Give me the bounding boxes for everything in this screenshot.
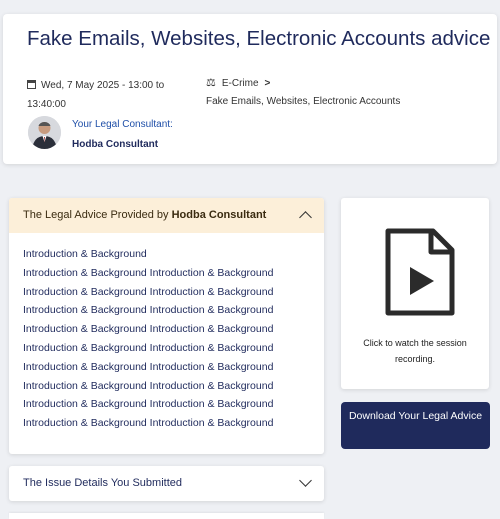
advice-line: Introduction & Background Introduction &…: [23, 266, 274, 279]
video-file-icon: [385, 228, 455, 316]
category-breadcrumb[interactable]: ⚖ E-Crime >: [206, 76, 270, 89]
session-date: Wed, 7 May 2025 - 13:00 to 13:40:00: [27, 76, 177, 114]
session-recording-card[interactable]: Click to watch the session recording.: [341, 198, 489, 389]
avatar: [28, 116, 61, 149]
advice-line: Introduction & Background Introduction &…: [23, 379, 274, 392]
advice-content: Introduction & Background Introduction &…: [23, 247, 273, 435]
advice-line: Introduction & Background Introduction &…: [23, 304, 274, 317]
advice-line: Introduction & Background Introduction &…: [23, 398, 274, 411]
advice-line: Introduction & Background Introduction &…: [23, 360, 274, 373]
recording-caption: Click to watch the session recording.: [363, 338, 467, 364]
advice-line: Introduction & Background Introduction &…: [23, 285, 274, 298]
scales-icon: ⚖: [206, 77, 216, 89]
chevron-right-icon: >: [264, 78, 271, 89]
advice-panel-header[interactable]: The Legal Advice Provided by Hodba Consu…: [9, 198, 324, 233]
consultant-name[interactable]: Hodba Consultant: [72, 139, 158, 150]
advice-header-text: The Legal Advice Provided by Hodba Consu…: [23, 209, 266, 221]
chevron-down-icon[interactable]: [299, 474, 312, 487]
page-title: Fake Emails, Websites, Electronic Accoun…: [27, 27, 491, 50]
advice-line: Introduction & Background Introduction &…: [23, 323, 274, 336]
next-panel-edge: [9, 513, 324, 519]
advice-line: Introduction & Background Introduction &…: [23, 417, 274, 430]
chevron-up-icon[interactable]: [299, 211, 312, 224]
category-label: E-Crime: [221, 78, 259, 89]
subcategory-label: Fake Emails, Websites, Electronic Accoun…: [206, 96, 401, 107]
legal-advice-panel: The Legal Advice Provided by Hodba Consu…: [9, 198, 324, 454]
issue-details-panel[interactable]: The Issue Details You Submitted: [9, 466, 324, 501]
advice-line: Introduction & Background: [23, 248, 147, 260]
advice-header-prefix: The Legal Advice Provided by: [23, 209, 169, 221]
session-date-text: Wed, 7 May 2025 - 13:00 to 13:40:00: [27, 80, 165, 110]
session-card: Fake Emails, Websites, Electronic Accoun…: [3, 14, 497, 164]
issue-details-label: The Issue Details You Submitted: [23, 477, 182, 489]
advice-header-name: Hodba Consultant: [171, 209, 267, 221]
download-advice-button[interactable]: Download Your Legal Advice: [341, 402, 490, 449]
calendar-icon: [27, 80, 36, 89]
advice-line: Introduction & Background Introduction &…: [23, 341, 274, 354]
consultant-label: Your Legal Consultant:: [72, 119, 173, 130]
